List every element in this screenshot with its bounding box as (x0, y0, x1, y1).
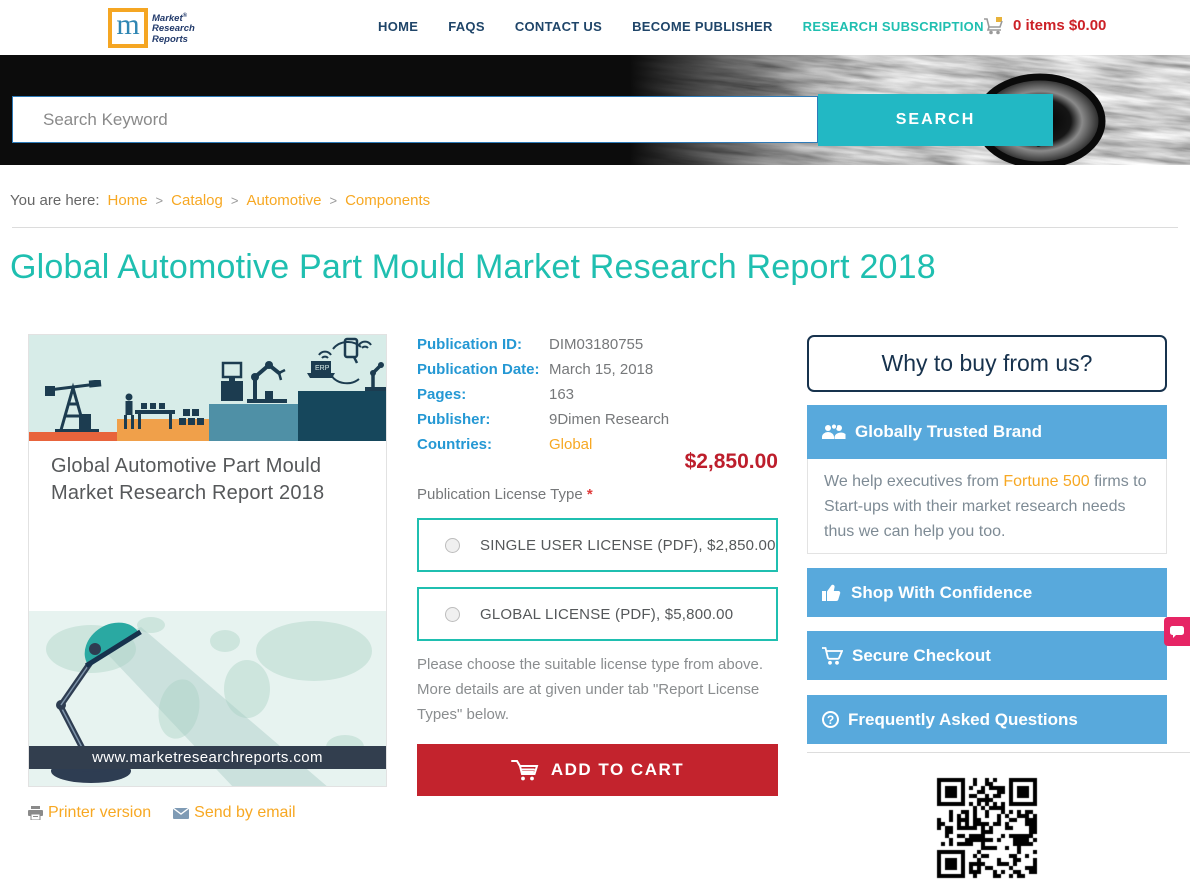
printer-icon (28, 806, 43, 820)
breadcrumb-catalog[interactable]: Catalog (171, 192, 223, 209)
page-title: Global Automotive Part Mould Market Rese… (10, 248, 936, 286)
sidebar-item-globally-trusted[interactable]: Globally Trusted Brand (807, 405, 1167, 459)
checkout-cart-icon (822, 646, 843, 665)
cover-illustration: ERP (29, 335, 386, 441)
cover-map-section: www.marketresearchreports.com (29, 611, 386, 786)
breadcrumb-automotive[interactable]: Automotive (246, 192, 321, 209)
cover-step-4 (298, 391, 386, 441)
hero-banner: SEARCH (0, 55, 1190, 165)
smart-factory-icon: ERP (307, 337, 386, 391)
price: $2,850.00 (684, 450, 778, 473)
report-cover-image: ERP Global Automotive Part Mould Market … (28, 334, 387, 787)
fortune-500-link[interactable]: Fortune 500 (1003, 473, 1089, 490)
license-option-single-user[interactable]: SINGLE USER LICENSE (PDF), $2,850.00 (417, 518, 778, 572)
radio-single-user[interactable] (445, 537, 460, 553)
logo-monogram-box: m (108, 8, 148, 48)
page-actions: Printer version Send by email (28, 804, 296, 822)
qr-code (934, 775, 1040, 879)
cover-website-url: www.marketresearchreports.com (29, 746, 386, 769)
add-to-cart-button[interactable]: ADD TO CART (417, 744, 778, 796)
printer-version-link[interactable]: Printer version (28, 804, 151, 822)
assembly-line-icon (124, 393, 204, 429)
publication-details: Publication ID: DIM03180755 Publication … (417, 336, 778, 461)
sidebar-item-secure-checkout[interactable]: Secure Checkout (807, 631, 1167, 680)
thumbs-up-icon (822, 584, 841, 601)
main-nav: HOME FAQS CONTACT US BECOME PUBLISHER RE… (378, 19, 984, 34)
question-icon: ? (822, 711, 839, 728)
nav-contact-us[interactable]: CONTACT US (515, 19, 602, 34)
detail-row-publisher: Publisher: 9Dimen Research (417, 411, 670, 428)
nav-research-subscription[interactable]: RESEARCH SUBSCRIPTION (803, 19, 984, 34)
nav-become-publisher[interactable]: BECOME PUBLISHER (632, 19, 773, 34)
license-note: Please choose the suitable license type … (417, 656, 764, 723)
robot-arm-icon (221, 361, 287, 403)
breadcrumb-components[interactable]: Components (345, 192, 430, 209)
chat-bubble-icon (1170, 625, 1184, 638)
sidebar-item-shop-with-confidence[interactable]: Shop With Confidence (807, 568, 1167, 617)
search-button[interactable]: SEARCH (818, 94, 1053, 146)
cover-title: Global Automotive Part Mould Market Rese… (51, 455, 325, 504)
send-by-email-link[interactable]: Send by email (173, 804, 296, 822)
license-option-global[interactable]: GLOBAL LICENSE (PDF), $5,800.00 (417, 587, 778, 641)
breadcrumb-separator: > (155, 193, 164, 208)
users-icon (822, 423, 846, 439)
license-type-label: Publication License Type * (417, 486, 593, 503)
site-logo[interactable]: m Market® Research Reports (108, 7, 203, 49)
trusted-brand-description: We help executives from Fortune 500 firm… (807, 459, 1167, 554)
logo-wordmark: Market® Research Reports (152, 12, 195, 45)
nav-home[interactable]: HOME (378, 19, 418, 34)
live-chat-tab[interactable] (1164, 617, 1190, 646)
section-divider (807, 752, 1190, 753)
cover-step-1 (29, 432, 117, 441)
why-buy-heading: Why to buy from us? (807, 335, 1167, 392)
svg-text:ERP: ERP (315, 365, 330, 372)
breadcrumb-home[interactable]: Home (108, 192, 148, 209)
required-asterisk: * (586, 486, 593, 503)
cart-summary: 0 items $0.00 (1013, 17, 1107, 34)
radio-global[interactable] (445, 606, 460, 622)
logo-m-letter: m (116, 8, 140, 41)
detail-row-publication-id: Publication ID: DIM03180755 (417, 336, 644, 353)
header-divider (12, 227, 1178, 228)
top-header: m Market® Research Reports HOME FAQS CON… (0, 0, 1190, 55)
search-input[interactable] (12, 96, 818, 143)
cart-icon (984, 17, 1003, 35)
registered-mark: ® (182, 12, 188, 19)
breadcrumb: You are here: Home > Catalog > Automotiv… (10, 192, 430, 209)
cover-step-3 (209, 404, 298, 441)
detail-row-publication-date: Publication Date: March 15, 2018 (417, 361, 654, 378)
product-page: m Market® Research Reports HOME FAQS CON… (0, 0, 1190, 879)
breadcrumb-prefix: You are here: (10, 192, 100, 209)
oil-pump-icon (45, 380, 102, 432)
sidebar-item-faq[interactable]: ? Frequently Asked Questions (807, 695, 1167, 744)
breadcrumb-separator: > (329, 193, 338, 208)
add-to-cart-icon (510, 760, 539, 781)
cover-title-band: Global Automotive Part Mould Market Rese… (29, 441, 386, 611)
nav-faqs[interactable]: FAQS (448, 19, 485, 34)
breadcrumb-separator: > (230, 193, 239, 208)
detail-row-pages: Pages: 163 (417, 386, 575, 403)
header-cart[interactable]: 0 items $0.00 (983, 16, 1106, 35)
email-icon (173, 807, 190, 819)
